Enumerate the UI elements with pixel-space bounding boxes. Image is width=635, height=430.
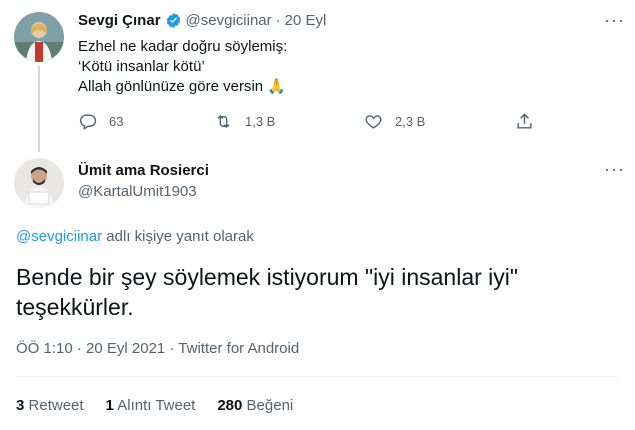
replying-mention-link[interactable]: @sevgiciinar bbox=[16, 228, 102, 245]
avatar-umit[interactable] bbox=[14, 158, 64, 208]
share-action[interactable] bbox=[515, 112, 534, 131]
retweet-count: 1,3 B bbox=[245, 114, 276, 129]
reply-text-line: Bende bir şey söylemek istiyorum "iyi in… bbox=[16, 264, 519, 290]
handle[interactable]: @sevgiciinar bbox=[186, 12, 272, 29]
reply-count: 63 bbox=[109, 114, 124, 129]
reply-author-handle[interactable]: @KartalUmit1903 bbox=[78, 183, 197, 200]
reply-author-name[interactable]: Ümit ama Rosierci bbox=[78, 162, 209, 179]
heart-icon bbox=[365, 115, 382, 129]
quotes-count: 1 bbox=[105, 397, 114, 414]
tweet-line: ‘Kötü insanlar kötü’ bbox=[78, 58, 205, 75]
reply-text-line: teşekkürler. bbox=[16, 294, 134, 320]
verified-badge-icon bbox=[165, 12, 182, 29]
like-count: 2,3 B bbox=[395, 114, 426, 129]
retweets-count: 3 bbox=[16, 397, 25, 414]
tweet-line: Allah gönlünüze göre versin bbox=[78, 78, 264, 95]
tweet-stats: 3 Retweet 1 Alıntı Tweet 280 Beğeni bbox=[16, 397, 293, 414]
reply-tweet-text: Bende bir şey söylemek istiyorum "iyi in… bbox=[16, 262, 518, 322]
reply-icon bbox=[79, 114, 97, 130]
quotes-label: Alıntı Tweet bbox=[117, 397, 196, 414]
thread-connector-line bbox=[38, 66, 40, 152]
more-options-icon[interactable]: ··· bbox=[604, 10, 625, 31]
likes-count: 280 bbox=[217, 397, 243, 414]
divider bbox=[16, 376, 619, 377]
more-options-icon[interactable]: ··· bbox=[604, 159, 625, 180]
separator: · bbox=[275, 12, 281, 29]
replying-to: @sevgiciinar adlı kişiye yanıt olarak bbox=[16, 228, 254, 245]
avatar-sevgi[interactable] bbox=[14, 12, 64, 62]
original-tweet-text: Ezhel ne kadar doğru söylemiş: ‘Kötü ins… bbox=[78, 37, 287, 97]
pray-emoji: 🙏 bbox=[267, 78, 286, 95]
share-icon bbox=[517, 113, 532, 129]
like-action[interactable]: 2,3 B bbox=[364, 112, 425, 131]
display-name[interactable]: Sevgi Çınar bbox=[78, 12, 161, 29]
tweet-meta[interactable]: ÖÖ 1:10 · 20 Eyl 2021 · Twitter for Andr… bbox=[16, 340, 299, 357]
retweet-action[interactable]: 1,3 B bbox=[214, 112, 275, 131]
reply-action[interactable]: 63 bbox=[78, 112, 123, 131]
quotes-stat[interactable]: 1 Alıntı Tweet bbox=[106, 397, 196, 414]
tweet-date[interactable]: 20 Eyl bbox=[285, 12, 327, 29]
replying-suffix: adlı kişiye yanıt olarak bbox=[106, 228, 254, 245]
retweets-stat[interactable]: 3 Retweet bbox=[16, 397, 84, 414]
likes-stat[interactable]: 280 Beğeni bbox=[217, 397, 293, 414]
retweet-icon bbox=[217, 114, 230, 129]
retweets-label: Retweet bbox=[28, 397, 84, 414]
original-tweet-header: Sevgi Çınar @sevgiciinar · 20 Eyl bbox=[78, 12, 326, 29]
likes-label: Beğeni bbox=[246, 397, 294, 414]
tweet-line: Ezhel ne kadar doğru söylemiş: bbox=[78, 38, 288, 55]
